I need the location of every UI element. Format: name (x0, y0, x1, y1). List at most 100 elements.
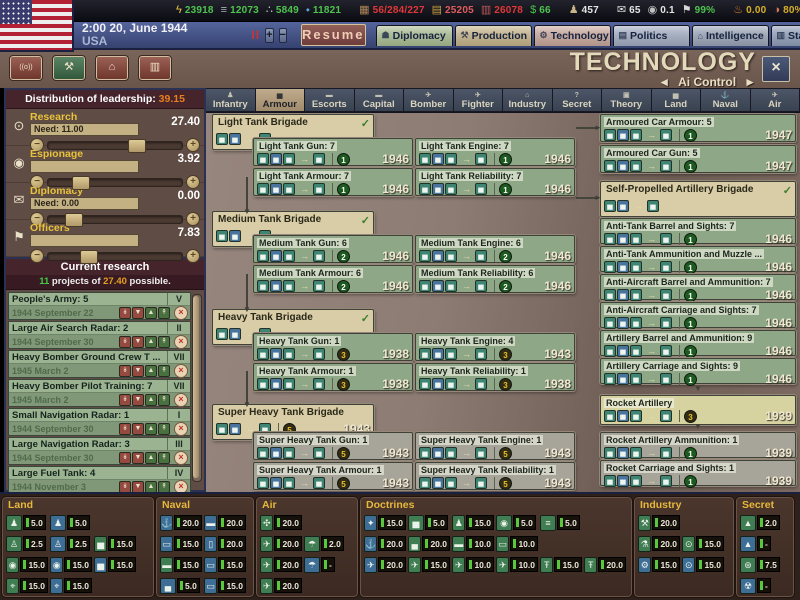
priority-up-button[interactable]: ▲ (145, 393, 157, 406)
tech-component[interactable]: Artillery Barrel and Ammunition: 9 ▅ ▅ ▅ → ▅ 1… (600, 330, 796, 358)
research-item[interactable]: Large Fuel Tank: 4 IV 1944 November 3 ↡ ▼ ▲ ↟ × (8, 466, 191, 494)
tech-tab-infantry[interactable]: ♟ Infantry (206, 88, 256, 112)
tech-component[interactable]: Rocket Artillery Ammunition: 1 ▅ ▅ ▅ → ▅ 1 1939 (600, 432, 796, 460)
tech-tab-secret[interactable]: ? Secret (552, 88, 602, 112)
priority-down-button[interactable]: ▼ (132, 422, 144, 435)
tech-tab-capital[interactable]: ▬ Capital (354, 88, 404, 112)
tech-tab-bomber[interactable]: ✈ Bomber (404, 88, 454, 112)
menu-tab-statistics[interactable]: ▥Statistics (770, 24, 800, 46)
research-item[interactable]: Large Navigation Radar: 3 III 1944 Septemb… (8, 437, 191, 465)
priority-up-button[interactable]: ↟ (158, 451, 170, 464)
tech-component[interactable]: Heavy Tank Reliability: 1 ▅ ▅ ▅ → ▅ 3 1938 (415, 363, 575, 391)
tech-component[interactable]: Medium Tank Gun: 6 ▅ ▅ ▅ → ▅ 2 1946 (253, 235, 413, 263)
menu-tab-diplomacy[interactable]: ☗ Diplomacy (375, 24, 453, 46)
tech-component[interactable]: Super Heavy Tank Gun: 1 ▅ ▅ ▅ → ▅ 5 1943 (253, 432, 413, 460)
priority-up-button[interactable]: ↟ (158, 422, 170, 435)
tech-tab-naval[interactable]: ⚓ Naval (701, 88, 751, 112)
tech-tab-armour[interactable]: ▅ Armour (255, 88, 305, 112)
tech-tab-air[interactable]: ✈ Air (750, 88, 800, 112)
menu-tab-politics[interactable]: ▤ Politics (612, 24, 690, 46)
priority-down-button[interactable]: ↡ (119, 422, 131, 435)
tech-component[interactable]: Armoured Car Gun: 5 ▅ ▅ ▅ → ▅ 1 1947 (600, 145, 796, 173)
tech-brigade[interactable]: Self-Propelled Artillery Brigade ✓ ▅ ▅ → ▅ (600, 181, 796, 217)
tech-component[interactable]: Armoured Car Armour: 5 ▅ ▅ ▅ → ▅ 1 1947 (600, 114, 796, 142)
priority-up-button[interactable]: ↟ (158, 335, 170, 348)
tech-component[interactable]: Light Tank Armour: 7 ▅ ▅ ▅ → ▅ 1 1946 (253, 168, 413, 196)
tech-component[interactable]: Anti-Tank Barrel and Sights: 7 ▅ ▅ ▅ → ▅ 1 1946 (600, 218, 796, 246)
priority-down-button[interactable]: ▼ (132, 335, 144, 348)
tech-component[interactable]: Super Heavy Tank Engine: 1 ▅ ▅ ▅ → ▅ 5 1943 (415, 432, 575, 460)
tech-tab-fighter[interactable]: ✈ Fighter (453, 88, 503, 112)
scrollbar-thumb[interactable] (193, 296, 199, 478)
priority-up-button[interactable]: ▲ (145, 422, 157, 435)
speed-up-button[interactable]: + (265, 27, 274, 43)
tech-component[interactable]: Medium Tank Engine: 6 ▅ ▅ ▅ → ▅ 2 1946 (415, 235, 575, 263)
slider-track[interactable] (47, 249, 183, 264)
factory-button[interactable]: ⌂ (95, 55, 129, 81)
priority-down-button[interactable]: ▼ (132, 451, 144, 464)
arrow-right-icon[interactable]: ► (744, 75, 756, 89)
cancel-research-button[interactable]: × (174, 392, 188, 407)
increase-button[interactable]: + (186, 249, 200, 263)
build-button[interactable]: ⚒ (52, 55, 86, 81)
menu-tab-intelligence[interactable]: ⌂ Intelligence (691, 24, 769, 46)
research-scrollbar[interactable] (192, 294, 202, 482)
tech-tab-theory[interactable]: ▣ Theory (602, 88, 652, 112)
cancel-research-button[interactable]: × (174, 305, 188, 320)
tech-component[interactable]: Light Tank Reliability: 7 ▅ ▅ ▅ → ▅ 1 1946 (415, 168, 575, 196)
cancel-research-button[interactable]: × (174, 450, 188, 465)
menu-tab-production[interactable]: ⚒ Production (454, 24, 532, 46)
tech-tab-industry[interactable]: ⌂ Industry (503, 88, 553, 112)
slider-handle[interactable] (128, 138, 147, 153)
research-item[interactable]: Heavy Bomber Ground Crew T ... VII 1945 Ma… (8, 350, 191, 378)
priority-up-button[interactable]: ▲ (145, 480, 157, 493)
priority-down-button[interactable]: ▼ (132, 393, 144, 406)
priority-down-button[interactable]: ▼ (132, 364, 144, 377)
tech-component[interactable]: Light Tank Engine: 7 ▅ ▅ ▅ → ▅ 1 1946 (415, 138, 575, 166)
tech-component[interactable]: Anti-Aircraft Carriage and Sights: 7 ▅ ▅ ▅ →… (600, 302, 796, 330)
ai-control-selector[interactable]: ◄ Ai Control ► (570, 75, 756, 89)
slider-handle[interactable] (79, 249, 98, 264)
research-item[interactable]: People's Army: 5 V 1944 September 22 ↡ ▼ ▲ ↟ × (8, 292, 191, 320)
cancel-research-button[interactable]: × (174, 421, 188, 436)
priority-down-button[interactable]: ↡ (119, 306, 131, 319)
arrow-left-icon[interactable]: ◄ (658, 75, 670, 89)
tech-tab-land[interactable]: ▅ Land (651, 88, 701, 112)
broadcast-button[interactable]: ((o)) (9, 55, 43, 81)
priority-down-button[interactable]: ↡ (119, 451, 131, 464)
cancel-research-button[interactable]: × (174, 363, 188, 378)
tech-component[interactable]: Light Tank Gun: 7 ▅ ▅ ▅ → ▅ 1 1946 (253, 138, 413, 166)
tech-component[interactable]: Anti-Tank Ammunition and Muzzle ... ▅ ▅ ▅ → ▅… (600, 246, 796, 274)
tech-component[interactable]: Super Heavy Tank Armour: 1 ▅ ▅ ▅ → ▅ 5 1943 (253, 462, 413, 490)
priority-up-button[interactable]: ↟ (158, 480, 170, 493)
priority-up-button[interactable]: ↟ (158, 393, 170, 406)
pause-indicator[interactable]: II (251, 28, 260, 42)
tech-component[interactable]: Super Heavy Tank Reliability: 1 ▅ ▅ ▅ → ▅ 5 194… (415, 462, 575, 490)
research-item[interactable]: Heavy Bomber Pilot Training: 7 VII 1945 Ma… (8, 379, 191, 407)
priority-down-button[interactable]: ↡ (119, 480, 131, 493)
slider-handle[interactable] (64, 212, 83, 227)
priority-down-button[interactable]: ▼ (132, 306, 144, 319)
tech-component[interactable]: Rocket Carriage and Sights: 1 ▅ ▅ ▅ → ▅ 1 1939 (600, 460, 796, 488)
tech-component[interactable]: Rocket Artillery ▅ ▅ ▅ → ▅ 3 1939 (600, 395, 796, 425)
priority-up-button[interactable]: ▲ (145, 451, 157, 464)
convoy-button[interactable]: ▥ (138, 55, 172, 81)
priority-up-button[interactable]: ▲ (145, 364, 157, 377)
speed-down-button[interactable]: − (278, 27, 287, 43)
tech-tab-escorts[interactable]: ▬ Escorts (305, 88, 355, 112)
tech-component[interactable]: Medium Tank Armour: 6 ▅ ▅ ▅ → ▅ 2 1946 (253, 265, 413, 293)
priority-down-button[interactable]: ↡ (119, 335, 131, 348)
close-button[interactable]: × (762, 56, 790, 82)
priority-up-button[interactable]: ▲ (145, 306, 157, 319)
priority-down-button[interactable]: ▼ (132, 480, 144, 493)
priority-down-button[interactable]: ↡ (119, 364, 131, 377)
tech-component[interactable]: Artillery Carriage and Sights: 9 ▅ ▅ ▅ → ▅ 1 19… (600, 358, 796, 386)
resume-button[interactable]: Resume (300, 24, 366, 46)
priority-down-button[interactable]: ↡ (119, 393, 131, 406)
slider-track[interactable] (47, 175, 183, 190)
tech-component[interactable]: Anti-Aircraft Barrel and Ammunition: 7 ▅ ▅… (600, 274, 796, 302)
slider-track[interactable] (47, 212, 183, 227)
tech-component[interactable]: Medium Tank Reliability: 6 ▅ ▅ ▅ → ▅ 2 1946 (415, 265, 575, 293)
priority-up-button[interactable]: ↟ (158, 306, 170, 319)
slider-track[interactable] (47, 138, 183, 153)
